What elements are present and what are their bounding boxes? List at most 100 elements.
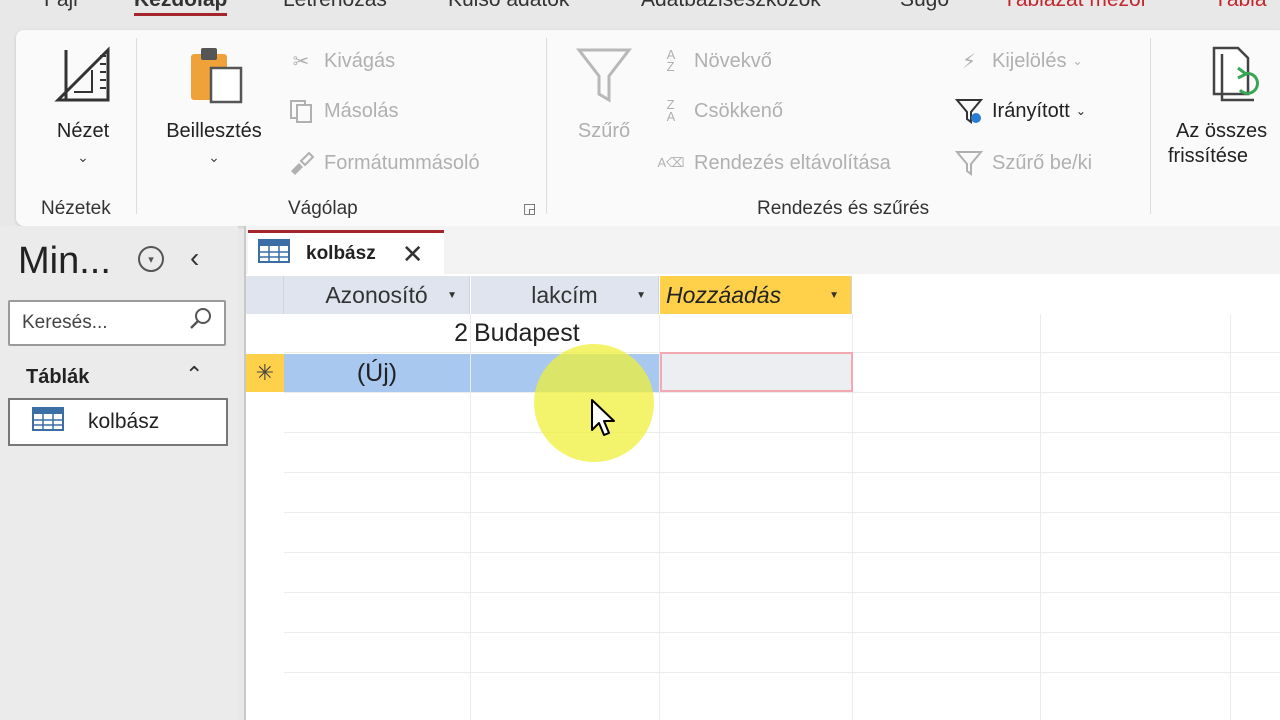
advanced-filter-button[interactable]: Irányított ⌄ — [954, 96, 1086, 126]
cell-azonosito[interactable]: 2 — [284, 314, 470, 352]
menu-tab-external-data[interactable]: Külső adatok — [448, 0, 569, 12]
nav-item-label: kolbász — [88, 410, 160, 433]
grid-line — [284, 472, 1280, 473]
column-header-label: lakcím — [531, 281, 598, 308]
column-header-label: Hozzáadás — [666, 281, 782, 308]
chevron-up-icon[interactable]: ⌃ — [185, 362, 203, 388]
sort-descending-icon: ZA — [666, 97, 676, 124]
refresh-label-line1: Az összes — [1176, 120, 1268, 142]
sort-descending-button[interactable]: ZA Csökkenő — [656, 96, 783, 126]
paste-icon — [191, 48, 243, 104]
copy-icon — [286, 96, 316, 126]
view-icon — [54, 46, 110, 102]
collapse-pane-icon[interactable]: ‹ — [190, 242, 199, 274]
grid-line — [284, 432, 1280, 433]
toggle-filter-label: Szűrő be/ki — [992, 151, 1093, 174]
refresh-label-line2: frissítése — [1168, 145, 1249, 167]
chevron-down-icon[interactable]: ▼ — [636, 290, 646, 301]
grid-line — [284, 632, 1280, 633]
menu-tab-create[interactable]: Létrehozás — [283, 0, 387, 12]
cell-lakcim[interactable]: Budapest — [474, 314, 658, 352]
paintbrush-icon — [286, 148, 316, 178]
selection-button[interactable]: ⚡ Kijelölés ⌄ — [954, 46, 1083, 76]
clear-sort-icon: A⌫ — [657, 155, 685, 170]
grid-line — [284, 392, 1280, 393]
advanced-filter-icon — [954, 96, 984, 126]
row-selector[interactable] — [246, 314, 284, 352]
remove-sort-label: Rendezés eltávolítása — [694, 151, 891, 174]
menu-tab-home[interactable]: Kezdőlap — [134, 0, 228, 16]
column-header-lakcim[interactable]: lakcím ▼ — [471, 276, 659, 314]
toggle-filter-button[interactable]: Szűrő be/ki — [954, 148, 1092, 178]
divider — [136, 38, 137, 214]
group-label-views: Nézetek — [41, 198, 111, 219]
table-icon — [258, 239, 290, 268]
toggle-filter-icon — [954, 148, 984, 178]
document-tab-title: kolbász — [306, 242, 376, 264]
paste-button[interactable]: Beillesztés ⌄ — [158, 44, 270, 166]
refresh-all-button[interactable]: Az összes frissítése — [1168, 44, 1280, 168]
nav-section-tables[interactable]: Táblák — [26, 366, 89, 389]
selection-label: Kijelölés — [992, 49, 1067, 72]
copy-label: Másolás — [324, 99, 399, 122]
cut-label: Kivágás — [324, 49, 396, 72]
chevron-down-icon: ⌄ — [77, 149, 89, 165]
menu-bar: Fájl Kezdőlap Létrehozás Külső adatok Ad… — [0, 0, 1280, 30]
chevron-down-icon[interactable]: ▼ — [447, 290, 457, 301]
grid-line — [284, 512, 1280, 513]
format-painter-button[interactable]: Formátummásoló — [286, 148, 480, 178]
menu-tab-table[interactable]: Tábla — [1214, 0, 1267, 12]
menu-tab-database-tools[interactable]: Adatbáziseszközök — [641, 0, 821, 12]
grid-line — [1230, 314, 1231, 720]
format-painter-label: Formátummásoló — [324, 151, 480, 174]
chevron-down-icon: ⌄ — [1072, 54, 1083, 68]
mouse-pointer-icon — [590, 398, 616, 443]
search-icon[interactable] — [188, 306, 214, 337]
filter-button[interactable]: Szűrő — [568, 44, 640, 143]
cell-new-add[interactable] — [660, 352, 853, 392]
sort-ascending-label: Növekvő — [694, 49, 772, 72]
menu-tab-help[interactable]: Súgó — [900, 0, 949, 12]
document-tab-kolbasz[interactable]: kolbász ✕ — [248, 230, 444, 274]
chevron-down-icon[interactable]: ▾ — [138, 246, 164, 272]
filter-label: Szűrő — [577, 120, 631, 142]
nav-pane-title[interactable]: Min... — [18, 240, 111, 283]
sort-descending-label: Csökkenő — [694, 99, 783, 122]
selection-filter-icon: ⚡ — [961, 50, 977, 73]
sort-ascending-button[interactable]: AZ Növekvő — [656, 46, 772, 76]
scissors-icon: ✂ — [292, 50, 310, 73]
grid-line — [284, 552, 1280, 553]
divider — [1150, 38, 1151, 214]
select-all-corner[interactable] — [246, 276, 284, 314]
view-label: Nézet — [56, 120, 110, 142]
column-header-add[interactable]: Hozzáadás ▼ — [660, 276, 852, 314]
menu-tab-file[interactable]: Fájl — [44, 0, 78, 12]
new-record-marker[interactable]: ✳ — [246, 354, 284, 392]
column-header-label: Azonosító — [325, 281, 428, 308]
menu-tab-table-fields[interactable]: Táblázat mezői — [1003, 0, 1145, 12]
refresh-icon — [1212, 46, 1259, 102]
advanced-filter-label: Irányított — [992, 99, 1070, 122]
sort-ascending-icon: AZ — [666, 47, 676, 74]
cell-new-azonosito[interactable]: (Új) — [284, 354, 470, 392]
grid-line — [284, 592, 1280, 593]
cut-button[interactable]: ✂ Kivágás — [286, 46, 396, 76]
group-label-clipboard: Vágólap — [288, 198, 358, 219]
paste-label: Beillesztés — [166, 120, 262, 142]
table-icon — [32, 407, 64, 437]
remove-sort-button[interactable]: A⌫ Rendezés eltávolítása — [656, 148, 891, 178]
chevron-down-icon: ⌄ — [1075, 104, 1086, 118]
dialog-launcher-icon[interactable]: ◲ — [523, 200, 536, 217]
grid-line — [1040, 314, 1041, 720]
chevron-down-icon: ⌄ — [208, 149, 220, 165]
column-header-azonosito[interactable]: Azonosító ▼ — [284, 276, 470, 314]
grid-line — [284, 672, 1280, 673]
ribbon: Nézet ⌄ Nézetek Beillesztés ⌄ ✂ Kivágás … — [16, 30, 1280, 226]
close-icon[interactable]: ✕ — [402, 241, 424, 267]
copy-button[interactable]: Másolás — [286, 96, 398, 126]
nav-item-kolbasz[interactable]: kolbász — [8, 398, 228, 446]
group-label-sort-filter: Rendezés és szűrés — [757, 198, 930, 219]
view-button[interactable]: Nézet ⌄ — [46, 44, 120, 166]
chevron-down-icon[interactable]: ▼ — [829, 290, 839, 301]
funnel-icon — [575, 48, 633, 103]
